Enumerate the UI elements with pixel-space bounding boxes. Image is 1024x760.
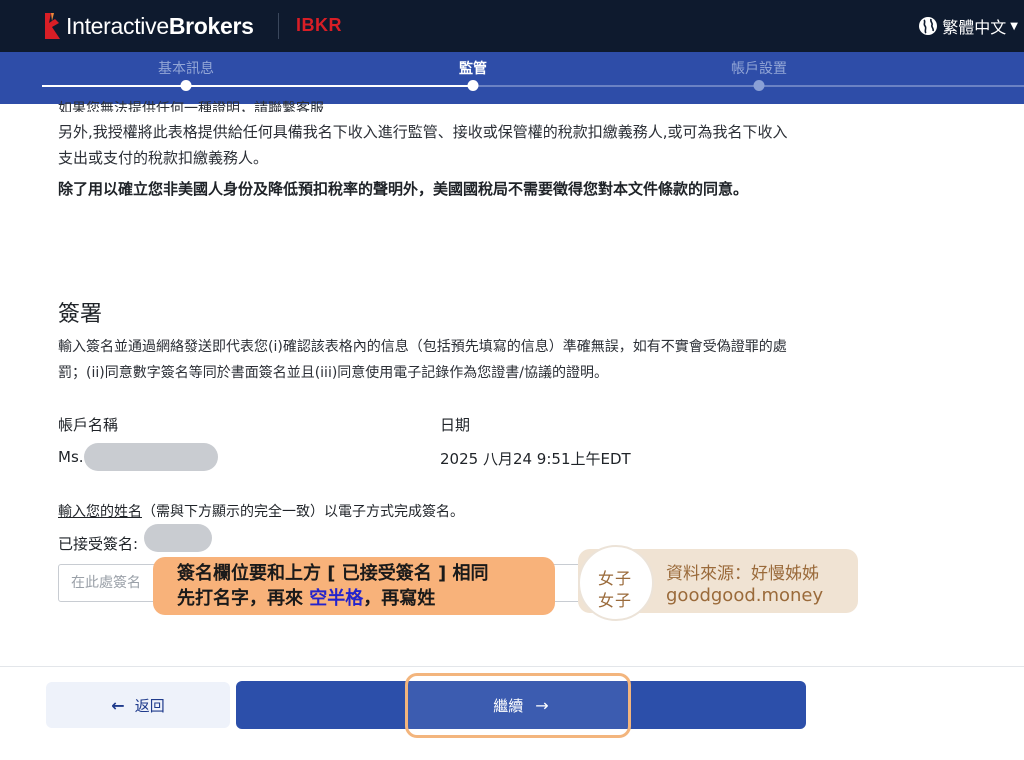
ib-logo-icon	[45, 13, 60, 39]
step-regulatory: 監管	[459, 61, 487, 77]
progress-track-complete	[42, 85, 473, 87]
caret-down-icon: ▼	[1010, 20, 1018, 32]
signature-description: 輸入簽名並通過網絡發送即代表您(i)確認該表格內的信息（包括預先填寫的信息）準確…	[58, 339, 787, 381]
signature-heading: 簽署	[58, 302, 103, 327]
brand-logo: 女子 女子	[578, 545, 654, 621]
step-basic-info: 基本訊息	[158, 61, 214, 77]
step-account-setup: 帳戶設置	[731, 61, 787, 77]
account-name-prefix: Ms.	[58, 448, 84, 466]
globe-icon	[919, 17, 938, 35]
source-url: goodgood.money	[666, 585, 824, 606]
continue-highlight-annotation	[405, 673, 631, 738]
back-button[interactable]: ← 返回	[46, 682, 230, 728]
top-header: InteractiveBrokers IBKR 繁體中文 ▼	[0, 0, 1024, 52]
arrow-left-icon: ←	[111, 695, 125, 715]
step-dot-basic-info	[180, 80, 192, 91]
source-credit: 資料來源：好慢姊姊	[666, 564, 819, 584]
step-dot-account-setup	[753, 80, 765, 91]
logo-divider	[278, 13, 279, 39]
redacted-accepted-signature	[144, 524, 212, 552]
footer-divider	[0, 666, 1024, 667]
date-label: 日期	[440, 416, 471, 434]
authorization-paragraph: 另外,我授權將此表格提供給任何具備我名下收入進行監管、接收或保管權的稅款扣繳義務…	[58, 123, 788, 167]
annotation-callout: 簽名欄位要和上方 [ 已接受簽名 ] 相同 先打名字，再來 空半格，再寫姓	[153, 557, 555, 615]
language-label: 繁體中文	[942, 18, 1007, 37]
progress-stepper: 基本訊息 監管 帳戶設置	[0, 52, 1024, 104]
enter-name-link[interactable]: 輸入您的姓名	[58, 504, 142, 520]
date-value: 2025 八月24 9:51上午EDT	[440, 450, 631, 468]
step-dot-regulatory	[467, 80, 479, 91]
accepted-signature-label: 已接受簽名:	[58, 535, 139, 553]
account-name-label: 帳戶名稱	[58, 416, 119, 434]
signature-instruction: 輸入您的姓名（需與下方顯示的完全一致）以電子方式完成簽名。	[58, 504, 464, 520]
redacted-account-name	[84, 443, 218, 471]
language-selector[interactable]: 繁體中文 ▼	[918, 14, 1018, 38]
irs-consent-paragraph: 除了用以確立您非美國人身份及降低預扣稅率的聲明外，美國國稅局不需要徵得您對本文件…	[58, 180, 749, 198]
progress-track-remaining	[473, 85, 1024, 87]
logo-text: InteractiveBrokers	[66, 12, 254, 39]
interactive-brokers-logo[interactable]: InteractiveBrokers	[42, 11, 254, 41]
ibkr-ticker: IBKR	[296, 15, 342, 35]
callout-highlight: 空半格	[309, 588, 364, 609]
truncated-text-line: 如果您無法提供任何一種證明，請聯繫客服	[58, 101, 324, 112]
